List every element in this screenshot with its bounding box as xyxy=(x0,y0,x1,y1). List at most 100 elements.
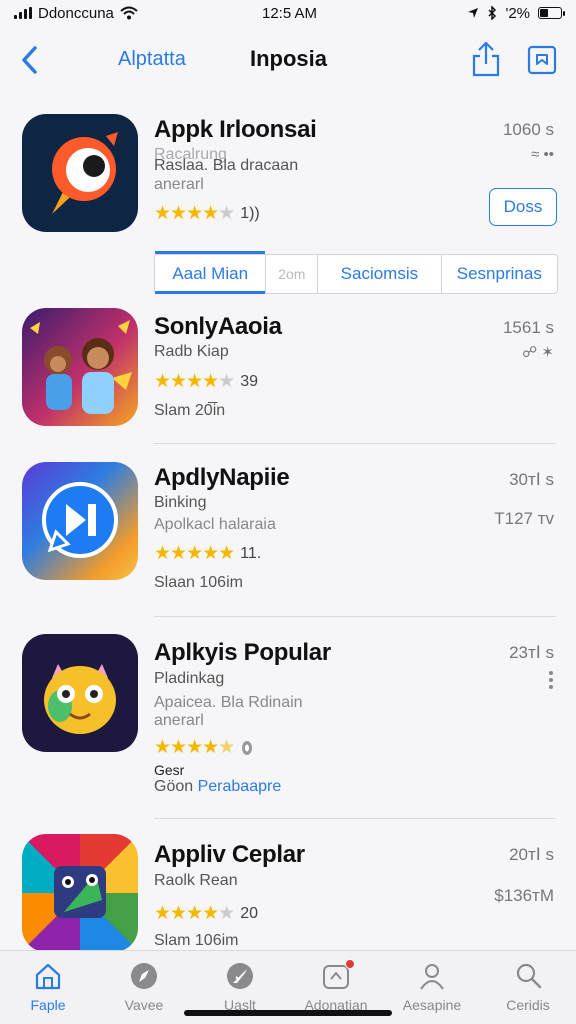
app-icon-pinwheel[interactable] xyxy=(22,834,138,952)
location-icon xyxy=(468,8,479,18)
app-icon-kids[interactable] xyxy=(22,308,138,426)
app-subtitle: Apolkacl halaraia xyxy=(154,516,276,533)
app-name: Appk Irloonsai xyxy=(154,116,317,143)
row-divider xyxy=(154,818,556,819)
page-title: Inposia xyxy=(250,46,328,71)
app-subtitle: Radb Kiap xyxy=(154,343,229,360)
status-right: '2% xyxy=(467,4,565,22)
rating-stars: ★★★★★ xyxy=(154,371,235,392)
wifi-icon xyxy=(120,6,138,20)
rating: ★★★★★ xyxy=(154,736,254,759)
tab-label: Aesapine xyxy=(402,997,462,1013)
app-footer: Slam 106im xyxy=(154,932,239,949)
tab-label: Ceridis xyxy=(506,997,550,1013)
monster-app-icon xyxy=(44,664,116,734)
tab-search[interactable]: Ceridis xyxy=(480,951,576,1024)
battery-icon xyxy=(538,7,565,19)
signal-icon xyxy=(14,7,32,19)
app-footer: Slam 20̅̅in xyxy=(154,402,226,419)
tab-label: Faple xyxy=(30,997,66,1013)
segment-tab[interactable]: Sesnprinas xyxy=(442,255,557,293)
bluetooth-icon xyxy=(488,6,497,20)
compass-icon xyxy=(131,963,157,989)
app-subtitle: Raolk Rean xyxy=(154,872,238,889)
share-icon xyxy=(472,41,500,77)
rating-stars: ★★★★★ xyxy=(154,737,235,758)
rocket-icon xyxy=(227,963,253,989)
rating-count: 1)) xyxy=(240,204,260,222)
app-name: SonlyAaoia xyxy=(154,313,282,340)
app-size: 1561 s xyxy=(502,318,554,337)
app-subtitle: Apaicea. Bla Rdinain xyxy=(154,694,303,711)
status-time: 12:5 AM xyxy=(262,4,318,22)
app-footer: Göon Perabaapre xyxy=(154,778,281,796)
tab-profile[interactable]: Aesapine xyxy=(384,951,480,1024)
app-size: 1060 s xyxy=(502,120,554,139)
tab-discover[interactable]: Vavee xyxy=(96,951,192,1024)
battery-percent: '2% xyxy=(505,4,530,22)
back-label[interactable]: Alptatta xyxy=(118,48,186,71)
messenger-app-icon xyxy=(42,482,118,558)
segment-tab[interactable]: Saciomsis xyxy=(318,255,442,293)
app-icon-rocket[interactable] xyxy=(22,114,138,232)
rating-count: 11. xyxy=(240,544,262,562)
get-button[interactable]: Doss xyxy=(489,188,557,226)
tab-home[interactable]: Faple xyxy=(0,951,96,1024)
info-icon xyxy=(242,740,253,755)
app-footer-link[interactable]: Perabaapre xyxy=(198,778,282,795)
app-name: Aplkyis Popular xyxy=(154,639,331,666)
status-left: Ddonccuna xyxy=(14,5,138,22)
rating: ★★★★★ 11. xyxy=(154,542,261,565)
row-divider xyxy=(154,443,556,444)
app-subtitle: Raslaa. Bla dracaan xyxy=(154,157,299,174)
app-price: Τ127 ᴛᴠ xyxy=(494,509,554,528)
app-name: Appliv Ceplar xyxy=(154,841,305,868)
app-size-glyph: ☍ ✶ xyxy=(522,344,554,361)
home-icon xyxy=(35,963,61,990)
bookmark-icon xyxy=(527,45,557,75)
notification-icon xyxy=(321,959,355,991)
search-icon xyxy=(516,963,542,989)
app-size: 30ᴛⅠ s xyxy=(509,470,554,489)
chevron-left-icon xyxy=(22,46,37,74)
app-subtitle: anerarl xyxy=(154,712,204,729)
app-name: ApdlyNapiie xyxy=(154,464,290,491)
row-divider xyxy=(154,616,556,617)
home-indicator[interactable] xyxy=(184,1010,392,1016)
tab-label: Vavee xyxy=(124,997,164,1013)
app-footer-prefix: Göon xyxy=(154,778,194,795)
rating: ★★★★★ 20 xyxy=(154,902,258,925)
app-size-glyph: ≈ •• xyxy=(531,146,554,163)
kids-app-icon xyxy=(30,320,132,414)
segment-tab[interactable]: Aaal Mian xyxy=(155,251,267,294)
person-icon xyxy=(420,964,444,990)
more-icon[interactable] xyxy=(548,670,554,690)
app-size: 23ᴛⅠ s xyxy=(509,643,554,662)
app-subtitle: Binking xyxy=(154,494,207,511)
app-price: $136ᴛM xyxy=(494,886,554,905)
rating: ★★★★★ 1)) xyxy=(154,202,260,225)
nav-bar: Alptatta Inposia xyxy=(0,36,576,84)
app-icon-messenger[interactable] xyxy=(22,462,138,580)
rocket-app-icon xyxy=(52,132,118,214)
app-subtitle: anerarl xyxy=(154,176,204,193)
app-size: 20ᴛⅠ s xyxy=(509,845,554,864)
app-footer: Slaan 106im xyxy=(154,574,243,591)
rating-stars: ★★★★★ xyxy=(154,203,235,224)
rating-count: 39 xyxy=(240,372,258,390)
segmented-control: Aaal Mian 2om Saciomsis Sesnprinas xyxy=(154,251,558,294)
app-icon-monster[interactable] xyxy=(22,634,138,752)
carrier-name: Ddonccuna xyxy=(38,4,114,22)
bookmark-button[interactable] xyxy=(526,44,558,76)
notification-badge xyxy=(345,959,355,969)
back-button[interactable] xyxy=(16,44,42,76)
status-bar: Ddonccuna 12:5 AM '2% xyxy=(0,0,576,26)
rating-stars: ★★★★★ xyxy=(154,543,235,564)
rating-stars: ★★★★★ xyxy=(154,903,235,924)
rating: ★★★★★ 39 xyxy=(154,370,258,393)
rating-count: 20 xyxy=(240,904,258,922)
share-button[interactable] xyxy=(470,40,502,78)
segment-tab[interactable]: 2om xyxy=(266,255,319,293)
app-subtitle: Pladinkag xyxy=(154,670,225,687)
app-footer: Gesr xyxy=(154,762,185,778)
